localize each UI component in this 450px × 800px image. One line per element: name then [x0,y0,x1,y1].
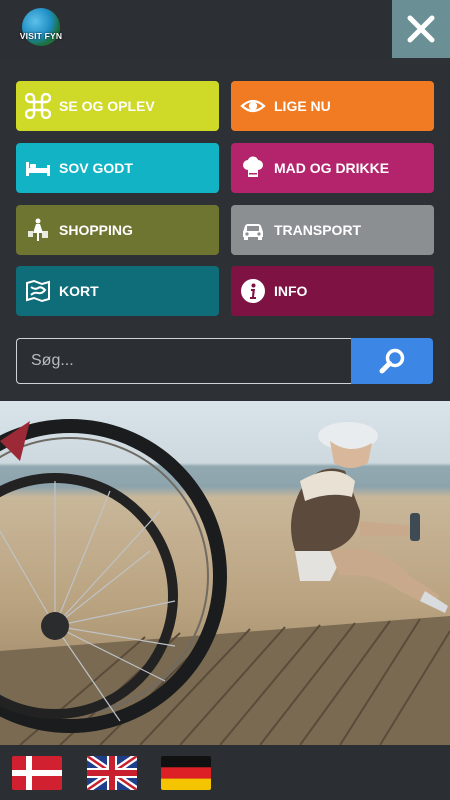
bed-icon [25,155,51,181]
menu-tile-mad-og-drikke[interactable]: MAD OG DRIKKE [231,143,434,193]
visit-fyn-logo[interactable]: VISIT FYN [18,8,64,54]
info-icon [240,278,266,304]
command-icon [25,93,51,119]
language-bar [0,745,450,800]
menu-tile-transport[interactable]: TRANSPORT [231,205,434,255]
menu-tile-label: INFO [274,283,308,299]
menu-tile-sov-godt[interactable]: SOV GODT [16,143,219,193]
menu-tile-label: TRANSPORT [274,222,362,238]
menu-tile-label: MAD OG DRIKKE [274,160,390,176]
car-icon [240,217,266,243]
logo-text: VISIT FYN [19,31,63,41]
uk-flag-icon[interactable] [87,756,137,790]
menu-tile-label: LIGE NU [274,98,331,114]
app-header: VISIT FYN [0,0,450,58]
german-flag-icon[interactable] [161,756,211,790]
hero-photo-cyclist-beach [0,401,450,745]
chef-hat-icon [240,155,266,181]
search-bar [16,338,433,384]
menu-tile-label: SHOPPING [59,222,133,238]
menu-tile-lige-nu[interactable]: LIGE NU [231,81,434,131]
menu-tile-se-og-oplev[interactable]: SE OG OPLEV [16,81,219,131]
eye-icon [240,93,266,119]
menu-tile-label: SE OG OPLEV [59,98,155,114]
shopper-icon [25,217,51,243]
search-icon [379,348,405,374]
cyclist-figure [291,422,448,613]
menu-tile-label: SOV GODT [59,160,133,176]
menu-tile-info[interactable]: INFO [231,266,434,316]
danish-flag-icon[interactable] [12,756,62,790]
map-icon [25,278,51,304]
menu-tile-kort[interactable]: KORT [16,266,219,316]
menu-tile-label: KORT [59,283,99,299]
close-button[interactable] [392,0,450,58]
search-input[interactable] [16,338,351,384]
search-button[interactable] [351,338,433,384]
close-icon [407,15,435,43]
menu-tile-shopping[interactable]: SHOPPING [16,205,219,255]
hero-illustration [0,419,450,745]
